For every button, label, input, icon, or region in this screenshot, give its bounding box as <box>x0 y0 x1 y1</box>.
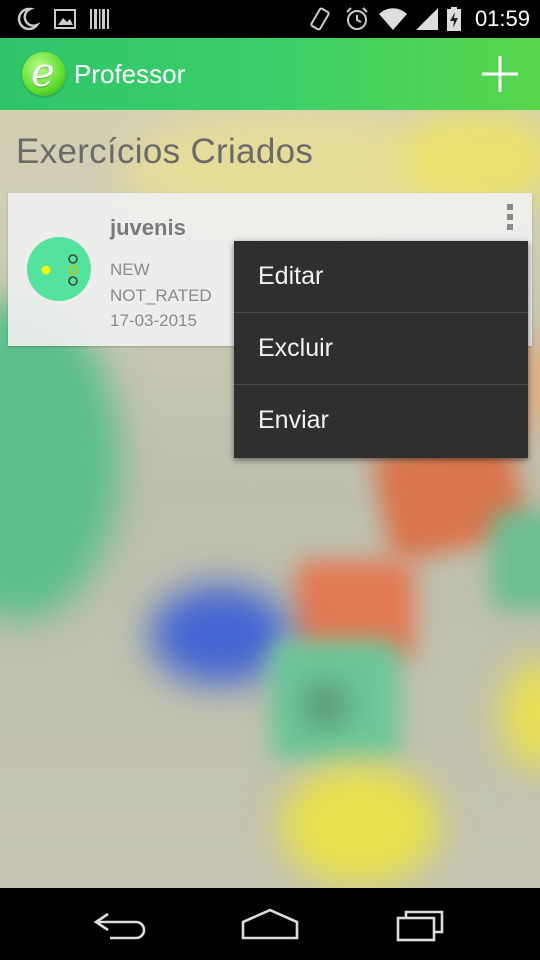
menu-item-excluir[interactable]: Excluir <box>234 313 528 385</box>
navigation-bar <box>0 888 540 960</box>
recents-icon[interactable] <box>386 904 456 944</box>
image-icon <box>54 9 76 29</box>
signal-icon <box>416 8 438 30</box>
exercise-date: 17-03-2015 <box>110 311 197 330</box>
menu-item-enviar[interactable]: Enviar <box>234 385 528 458</box>
braille-avatar-icon <box>27 237 91 301</box>
context-menu: Editar Excluir Enviar <box>234 241 528 458</box>
screen: 01:59 e Professor Exercícios Criados juv… <box>0 0 540 960</box>
exercise-name: juvenis <box>110 215 186 240</box>
barcode-icon <box>90 9 109 29</box>
action-bar: e Professor <box>0 38 540 110</box>
app-logo-letter: e <box>31 50 55 96</box>
overflow-menu-icon[interactable] <box>500 201 520 235</box>
add-button[interactable] <box>480 54 520 94</box>
plus-icon <box>482 56 518 92</box>
alarm-icon <box>346 7 368 30</box>
menu-item-editar[interactable]: Editar <box>234 241 528 313</box>
vibrate-icon <box>310 7 330 31</box>
back-icon[interactable] <box>86 904 156 944</box>
app-logo-icon[interactable]: e <box>22 50 66 96</box>
moon-icon <box>17 7 40 31</box>
exercise-rating: NOT_RATED <box>110 286 212 305</box>
page-title: Exercícios Criados <box>16 132 314 171</box>
wifi-icon <box>379 8 407 30</box>
app-title: Professor <box>74 59 186 89</box>
home-icon[interactable] <box>235 904 305 944</box>
battery-icon <box>447 7 461 31</box>
menu-item-label: Editar <box>258 262 324 290</box>
menu-item-label: Excluir <box>258 334 334 362</box>
clock: 01:59 <box>474 6 530 31</box>
status-bar: 01:59 <box>0 0 540 38</box>
menu-item-label: Enviar <box>258 406 329 434</box>
exercise-status: NEW <box>110 260 150 279</box>
